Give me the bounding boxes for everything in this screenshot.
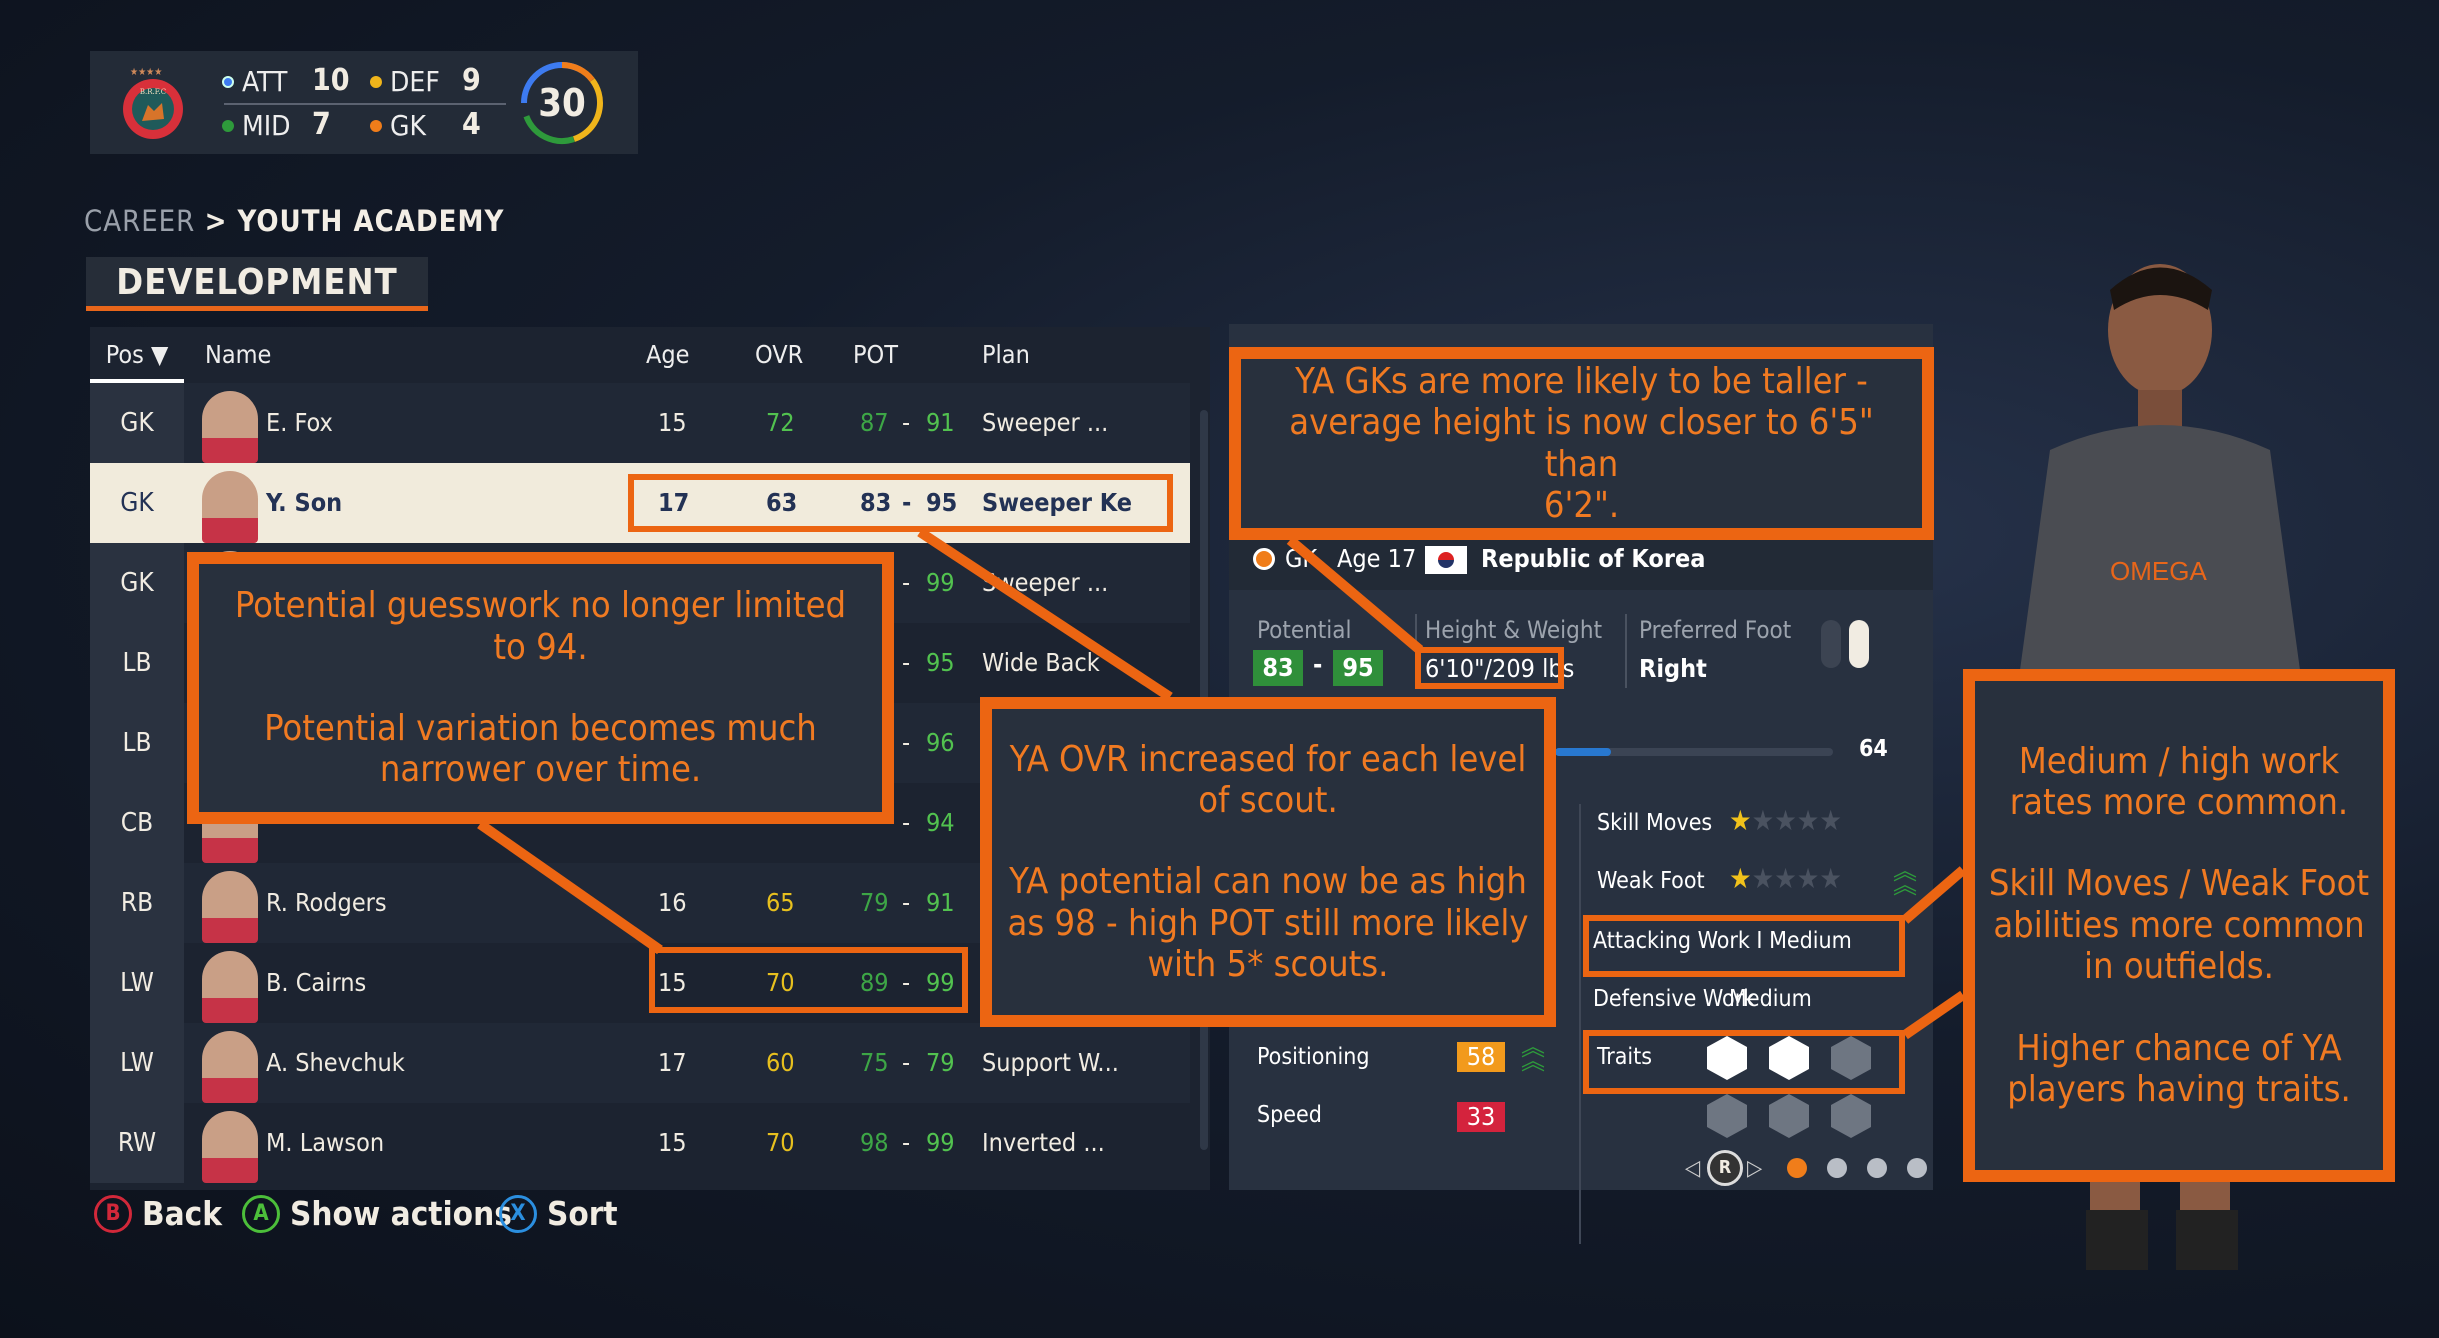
callout-potential: Potential guesswork no longer limited to … <box>187 552 894 824</box>
back-button[interactable]: B Back <box>94 1194 222 1233</box>
back-label: Back <box>142 1194 222 1233</box>
callout-ovr: YA OVR increased for each level of scout.… <box>980 697 1556 1027</box>
show-actions-label: Show actions <box>290 1194 512 1233</box>
callout-work-rates: Medium / high work rates more common. Skil… <box>1963 669 2395 1182</box>
a-button-icon: A <box>242 1194 280 1233</box>
callout-gk-height: YA GKs are more likely to be taller - ave… <box>1229 347 1934 540</box>
x-button-icon: X <box>499 1194 537 1233</box>
sort-label: Sort <box>547 1194 618 1233</box>
b-button-icon: B <box>94 1194 132 1233</box>
show-actions-button[interactable]: A Show actions <box>242 1194 512 1233</box>
sort-button[interactable]: X Sort <box>499 1194 618 1233</box>
